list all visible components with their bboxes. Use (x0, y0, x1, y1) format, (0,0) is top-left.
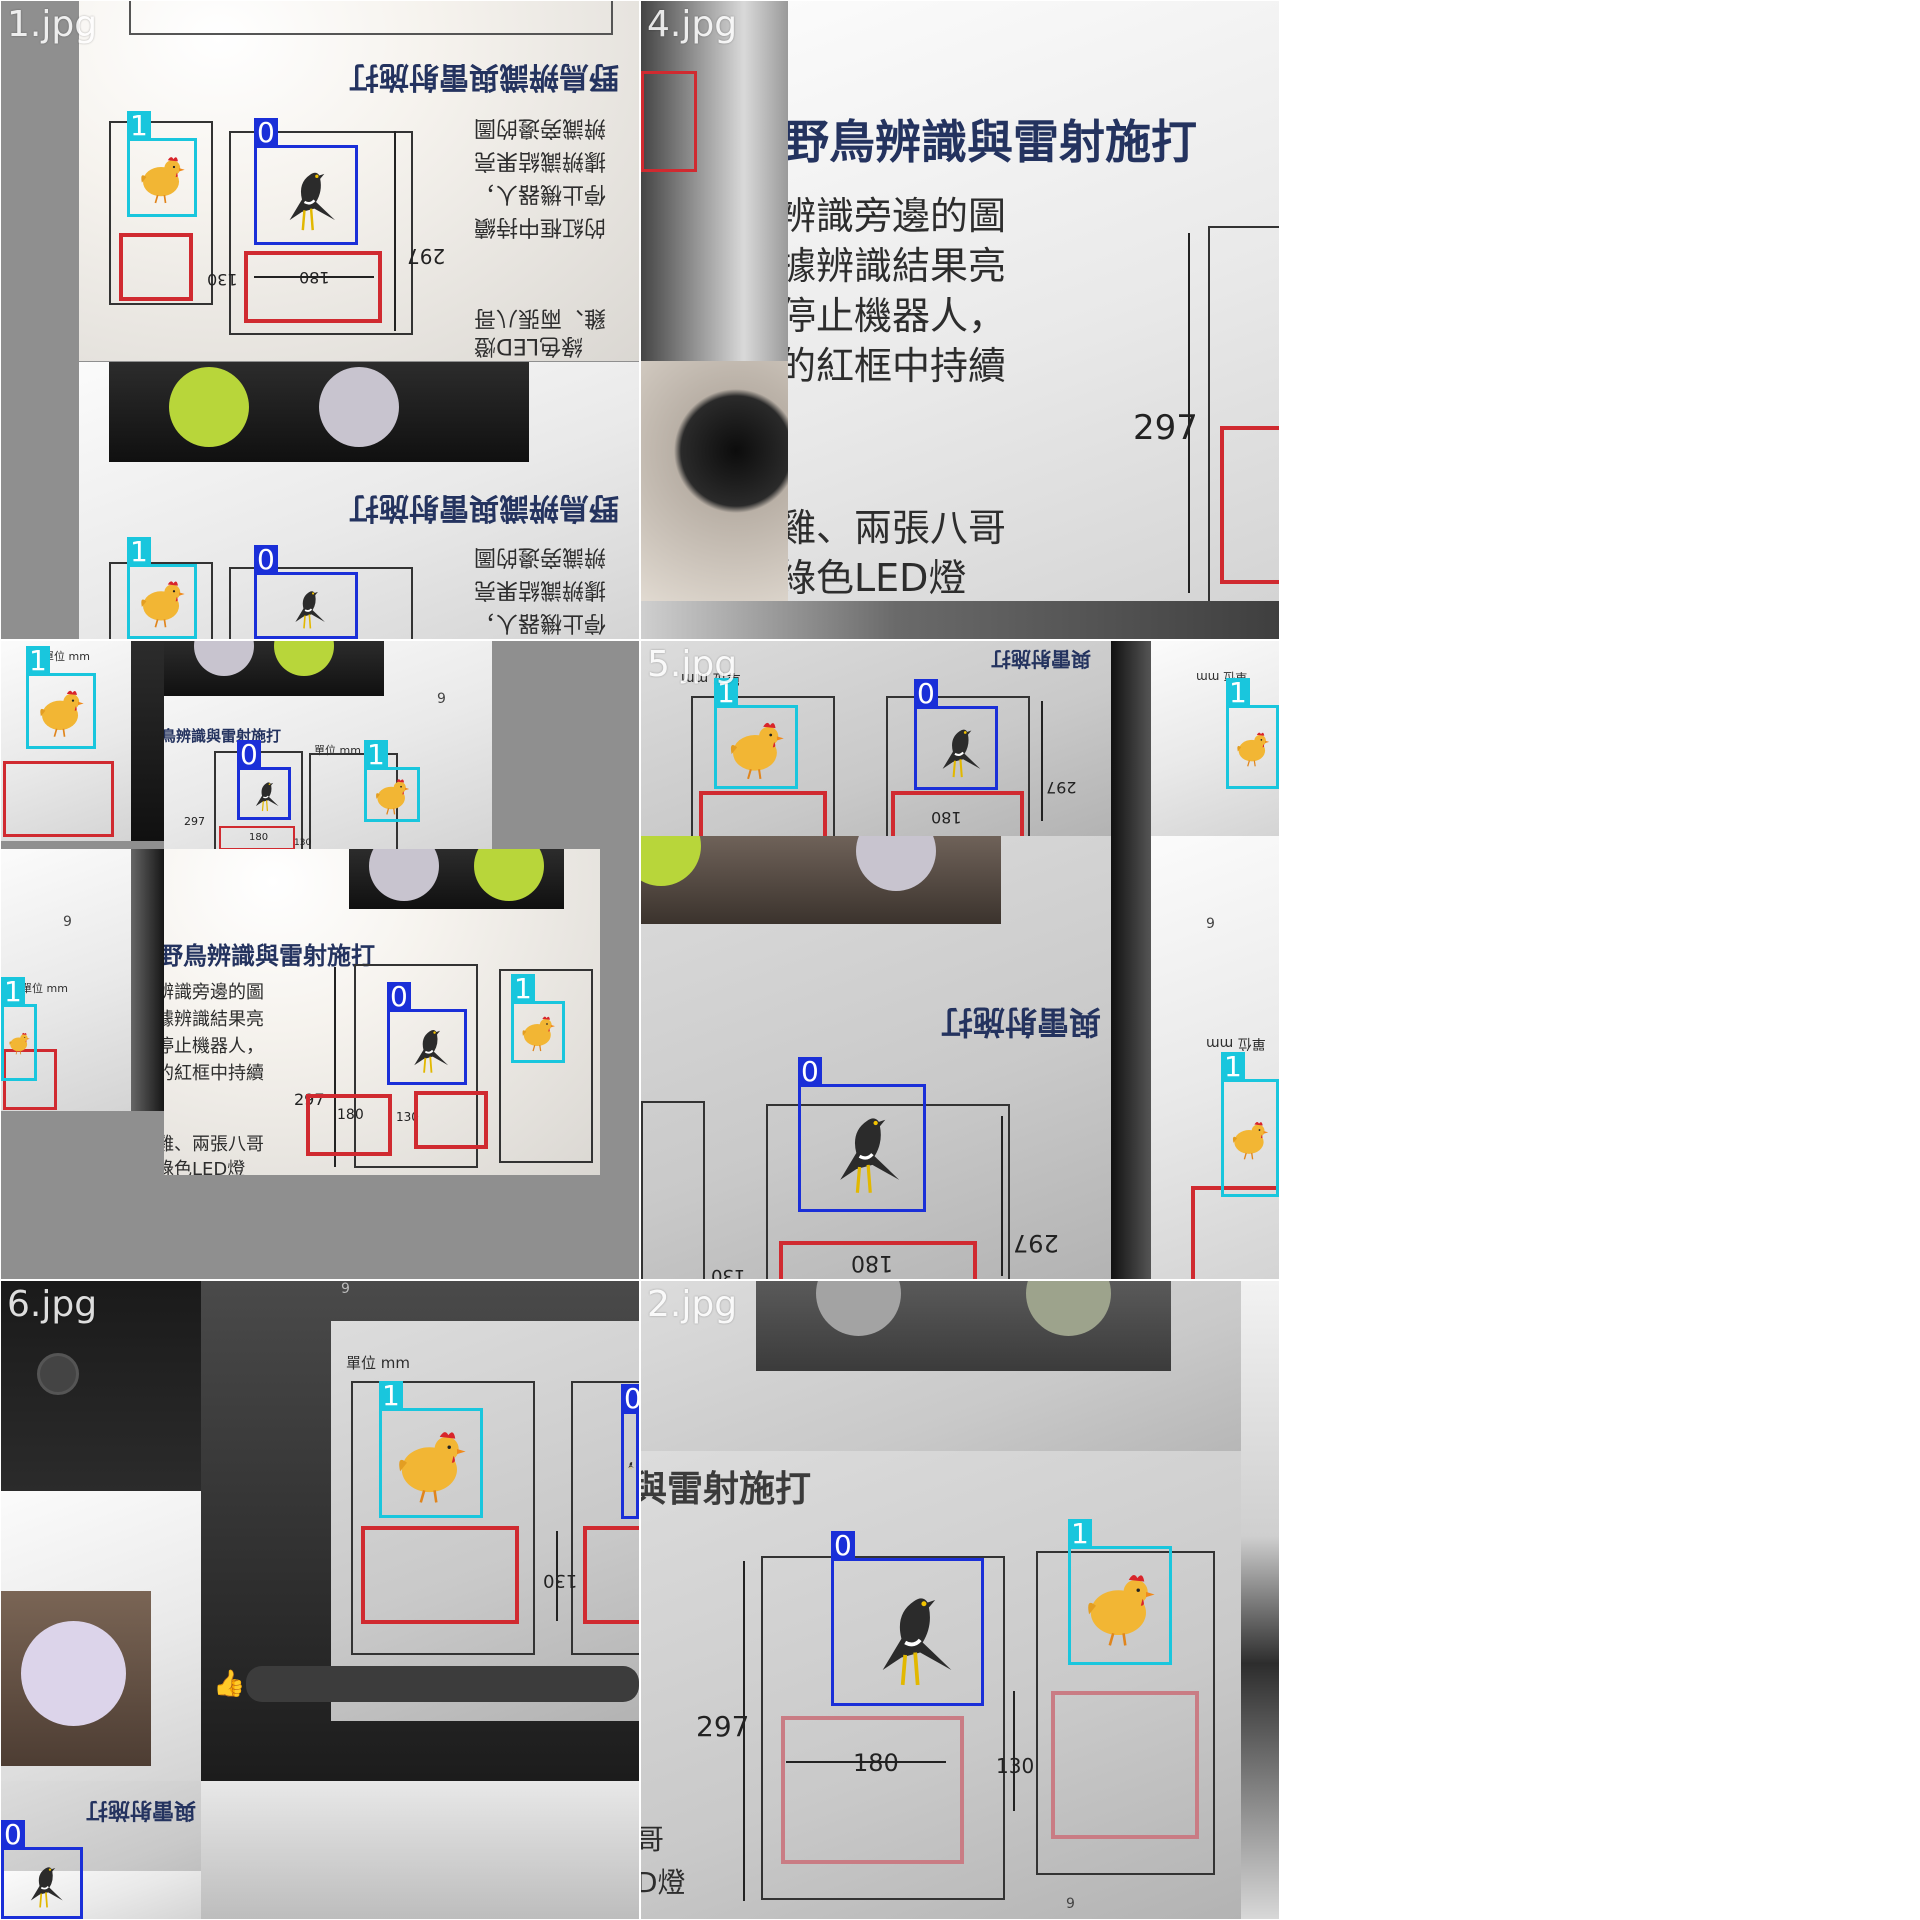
tile-5: 與雷射施打 9 單位 mm 130 👍 ☺ 1 0 0 (1, 1281, 639, 1919)
detection-box-hen: 1 (1221, 1052, 1279, 1197)
message-input[interactable] (246, 1666, 639, 1702)
tile-filename: 2.jpg (647, 1284, 738, 1325)
class-label: 1 (127, 111, 151, 141)
detection-box-hen: 1 (364, 740, 420, 822)
detection-box-hen: 1 (1, 977, 37, 1081)
hen-icon (1229, 708, 1276, 786)
class-label: 1 (127, 537, 151, 567)
hen-icon (1224, 1082, 1276, 1194)
myna-bird-icon (917, 709, 995, 787)
detection-box-myna: 0 (914, 679, 998, 790)
detection-box-myna: 0 (254, 545, 358, 639)
myna-bird-icon (257, 575, 355, 636)
photo-bottom: 與雷射施打 180 297 130 (641, 836, 1111, 1279)
myna-bird-icon (240, 770, 288, 817)
myna-bird-icon (834, 1561, 981, 1703)
mosaic-grid: 野鳥辨識與雷射施打 辨識旁邊的圖 據辨識結果亮 停止機器人， 的紅框中持續 雞、… (0, 0, 1280, 1920)
hen-icon (130, 567, 194, 636)
detection-box-myna: 0 (798, 1057, 926, 1212)
laser-target-frame (244, 251, 382, 323)
tile-filename: 6.jpg (7, 1284, 98, 1325)
hen-icon (717, 708, 795, 786)
detection-box-myna: 0 (621, 1384, 639, 1519)
laser-target-frame (119, 233, 193, 301)
myna-bird-icon (624, 1414, 636, 1516)
hen-icon (514, 1004, 562, 1060)
tile-2: 野鳥辨識與雷射施打 辨識旁邊的圖 據辨識結果亮 停止機器人， 的紅框中持續 雞、… (641, 1, 1279, 639)
detection-box-hen: 1 (714, 678, 798, 789)
detection-box-hen: 1 (511, 974, 565, 1063)
myna-bird-icon (4, 1850, 80, 1916)
myna-bird-icon (390, 1012, 464, 1082)
detection-box-hen: 1 (1068, 1519, 1172, 1665)
hen-icon (130, 141, 194, 214)
document-heading: 野鳥辨識與雷射施打 (349, 59, 619, 94)
class-label: 0 (254, 545, 278, 575)
detection-box-hen: 1 (26, 646, 96, 749)
detection-box-myna: 0 (1, 1820, 83, 1919)
tile-6: 與雷射施打 297 180 130 哥 D燈 9 0 1 2.jpg (641, 1281, 1279, 1919)
detection-box-hen: 1 (1226, 678, 1279, 789)
tile-filename: 1.jpg (7, 4, 98, 45)
thumbs-up-icon[interactable]: 👍 (213, 1671, 245, 1697)
detection-box-myna: 0 (387, 982, 467, 1085)
detection-box-hen: 1 (127, 111, 197, 217)
photo-document: 野鳥辨識與雷射施打 辨識旁邊的圖 據辨識結果亮 停止機器人， 的紅框中持續 雞、… (788, 1, 1279, 601)
tile-4: 與雷射施打 單位 mm 180 297 單位 mm 與雷射施打 180 297 (641, 641, 1279, 1279)
hen-icon (29, 676, 93, 746)
hen-icon (4, 1007, 34, 1078)
detection-box-myna: 0 (831, 1531, 984, 1706)
hen-icon (367, 770, 417, 819)
class-label: 0 (254, 118, 278, 148)
tile-filename: 5.jpg (647, 644, 738, 685)
tile-1: 野鳥辨識與雷射施打 辨識旁邊的圖 據辨識結果亮 停止機器人， 的紅框中持續 雞、… (1, 1, 639, 639)
tile-filename: 4.jpg (647, 4, 738, 45)
hen-icon (382, 1411, 480, 1515)
detection-box-hen: 1 (127, 537, 197, 639)
myna-bird-icon (257, 148, 355, 242)
tile-3: 單位 mm 9 野鳥辨識與雷射施打 單位 mm 297 180 130 9 單位… (1, 641, 639, 1279)
detection-box-myna: 0 (237, 740, 291, 820)
detection-box-myna: 0 (254, 118, 358, 245)
hen-icon (1071, 1549, 1169, 1662)
detection-box-hen: 1 (379, 1381, 483, 1518)
myna-bird-icon (801, 1087, 923, 1209)
